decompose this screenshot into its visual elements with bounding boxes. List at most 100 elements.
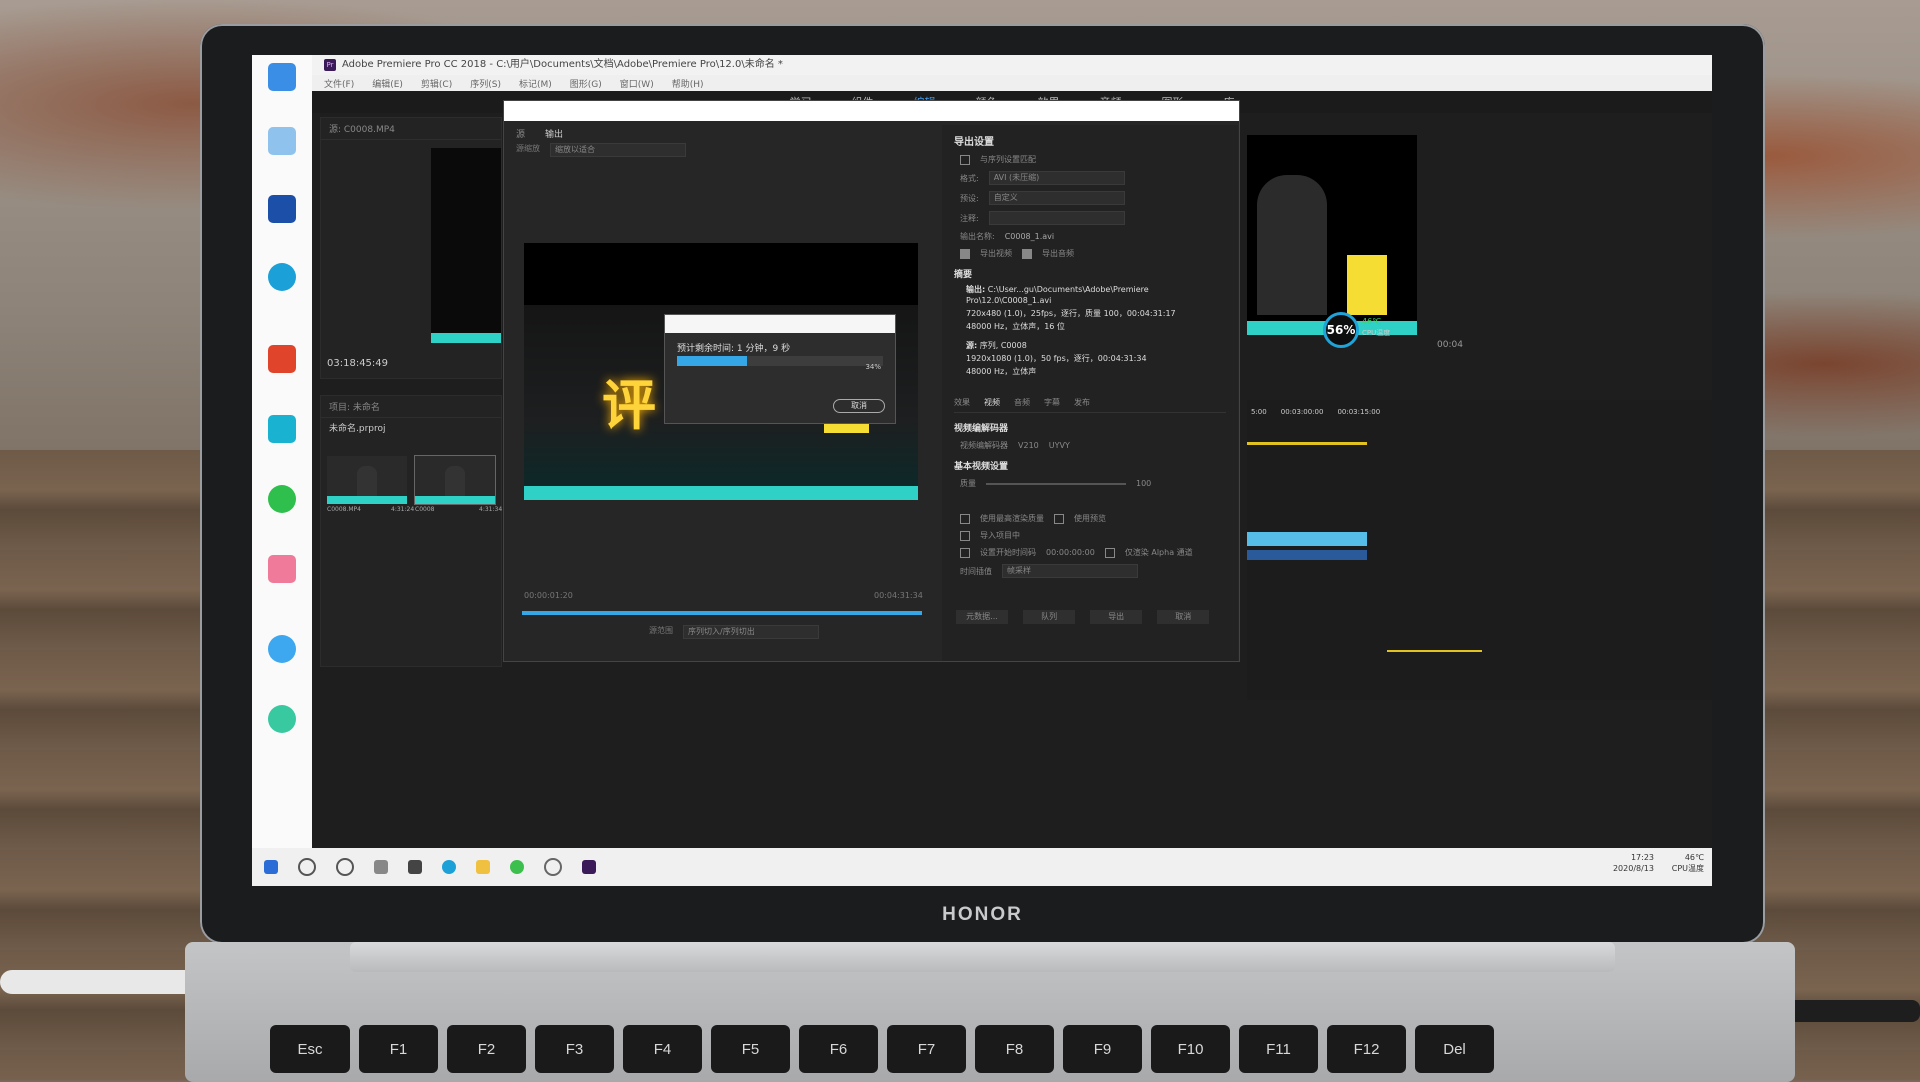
codec-radio-uyvy[interactable]: UYVY <box>1049 441 1070 450</box>
start-icon[interactable] <box>264 860 278 874</box>
project-tab[interactable]: 项目: 未命名 <box>321 396 501 418</box>
source-scaling-select[interactable]: 缩放以适合 <box>550 143 686 157</box>
desktop-icon-app[interactable] <box>262 195 302 225</box>
search-icon[interactable] <box>298 858 316 876</box>
menu-edit[interactable]: 编辑(E) <box>372 77 403 90</box>
summary-source-seq: 序列, C0008 <box>979 341 1027 350</box>
range-select[interactable]: 序列切入/序列切出 <box>683 625 819 639</box>
project-file: 未命名.prproj <box>329 424 386 434</box>
source-tab[interactable]: 源: C0008.MP4 <box>321 118 501 140</box>
use-preview-checkbox[interactable] <box>1054 513 1064 524</box>
key-f12[interactable]: F12 <box>1327 1025 1406 1073</box>
codec-radio-v210[interactable]: V210 <box>1018 441 1039 450</box>
timeline-video-clip[interactable] <box>1247 532 1367 546</box>
desktop-icon-app3[interactable] <box>262 485 302 515</box>
desktop-icon-app4[interactable] <box>262 555 302 585</box>
start-tc-checkbox[interactable] <box>960 547 970 558</box>
quality-slider[interactable] <box>986 482 1126 485</box>
key-f9[interactable]: F9 <box>1063 1025 1142 1073</box>
output-name-link[interactable]: C0008_1.avi <box>1005 232 1054 241</box>
app-green-icon[interactable] <box>510 860 524 874</box>
edge-icon[interactable] <box>442 860 456 874</box>
key-f1[interactable]: F1 <box>359 1025 438 1073</box>
cortana-icon[interactable] <box>336 858 354 876</box>
desktop-icon-app5[interactable] <box>262 705 302 735</box>
tray-temp: 46℃ <box>1684 853 1704 862</box>
key-f11[interactable]: F11 <box>1239 1025 1318 1073</box>
desktop-icon-recycle-bin[interactable] <box>262 127 302 157</box>
interp-select[interactable]: 帧采样 <box>1002 564 1138 578</box>
key-f8[interactable]: F8 <box>975 1025 1054 1073</box>
menu-sequence[interactable]: 序列(S) <box>470 77 501 90</box>
progress-cancel-button[interactable]: 取消 <box>833 399 885 413</box>
menu-window[interactable]: 窗口(W) <box>620 77 654 90</box>
key-f3[interactable]: F3 <box>535 1025 614 1073</box>
subtab-captions[interactable]: 字幕 <box>1044 397 1060 408</box>
key-f7[interactable]: F7 <box>887 1025 966 1073</box>
range-label: 源范围 <box>649 626 673 635</box>
desktop-icon-edge[interactable] <box>262 263 302 293</box>
key-f6[interactable]: F6 <box>799 1025 878 1073</box>
format-select[interactable]: AVI (未压缩) <box>988 171 1125 185</box>
max-render-checkbox[interactable] <box>960 513 970 524</box>
explorer-icon[interactable] <box>476 860 490 874</box>
preset-select[interactable]: 自定义 <box>988 191 1125 205</box>
interp-label: 时间插值 <box>960 566 992 576</box>
export-settings-dialog: 源 输出 源缩放 缩放以适合 评 "MO" 预计剩余时间: 1 分钟，9 秒 <box>504 101 1239 661</box>
cancel-button[interactable]: 取消 <box>1157 610 1210 624</box>
menu-help[interactable]: 帮助(H) <box>672 77 704 90</box>
timecode-in: 00:00:01:20 <box>524 591 573 600</box>
desktop-icon-ie[interactable] <box>262 635 302 665</box>
tab-output[interactable]: 输出 <box>545 127 563 140</box>
timeline-audio-clip[interactable] <box>1247 550 1367 560</box>
timecode-out: 00:04:31:34 <box>874 591 923 600</box>
subtab-publish[interactable]: 发布 <box>1074 397 1090 408</box>
menu-graphics[interactable]: 图形(G) <box>570 77 602 90</box>
export-button[interactable]: 导出 <box>1090 610 1143 624</box>
alpha-checkbox[interactable] <box>1104 547 1115 558</box>
subtab-effects[interactable]: 效果 <box>954 397 970 408</box>
summary-source-line2: 1920x1080 (1.0)，50 fps，逐行，00:04:31:34 <box>966 354 1147 363</box>
import-project-checkbox[interactable] <box>960 530 970 541</box>
clip-dur-1: 4:31:24 <box>391 506 415 513</box>
summary-output-line3: 48000 Hz，立体声，16 位 <box>966 322 1065 331</box>
match-sequence-checkbox[interactable] <box>960 154 970 165</box>
metadata-button[interactable]: 元数据... <box>956 610 1008 624</box>
task-view-icon[interactable] <box>374 860 388 874</box>
clip-thumb-2[interactable] <box>415 456 495 504</box>
key-f4[interactable]: F4 <box>623 1025 702 1073</box>
key-del[interactable]: Del <box>1415 1025 1494 1073</box>
menu-file[interactable]: 文件(F) <box>324 77 354 90</box>
key-f5[interactable]: F5 <box>711 1025 790 1073</box>
window-titlebar: Pr Adobe Premiere Pro CC 2018 - C:\用户\Do… <box>312 55 1712 75</box>
source-range-bar[interactable] <box>522 611 922 615</box>
source-scaling-label: 源缩放 <box>516 144 540 153</box>
premiere-taskbar-icon[interactable] <box>582 860 596 874</box>
export-settings-panel: 导出设置 与序列设置匹配 格式: AVI (未压缩) 预设: 自定义 注释: 输出名… <box>942 125 1238 661</box>
export-audio-checkbox[interactable] <box>1022 248 1032 259</box>
import-project-label: 导入项目中 <box>980 531 1020 540</box>
app-icon[interactable] <box>408 860 422 874</box>
key-esc[interactable]: Esc <box>270 1025 350 1073</box>
tab-source[interactable]: 源 <box>516 127 525 140</box>
comment-input[interactable] <box>988 211 1125 225</box>
export-video-checkbox[interactable] <box>960 248 970 259</box>
menu-clip[interactable]: 剪辑(C) <box>421 77 452 90</box>
quality-label: 质量 <box>960 479 976 488</box>
desktop-icon-app2[interactable] <box>262 415 302 445</box>
key-f2[interactable]: F2 <box>447 1025 526 1073</box>
subtab-audio[interactable]: 音频 <box>1014 397 1030 408</box>
laptop-hinge <box>350 942 1615 972</box>
laptop-screen: Pr Adobe Premiere Pro CC 2018 - C:\用户\Do… <box>252 55 1712 886</box>
clock[interactable]: 17:23 2020/8/13 <box>1613 852 1654 874</box>
desktop-icon-office[interactable] <box>262 345 302 375</box>
codec-label: 视频编解码器 <box>960 441 1008 450</box>
queue-button[interactable]: 队列 <box>1023 610 1076 624</box>
desktop-icon-computer[interactable] <box>262 63 302 93</box>
subtab-video[interactable]: 视频 <box>984 397 1000 408</box>
menu-marker[interactable]: 标记(M) <box>519 77 552 90</box>
key-f10[interactable]: F10 <box>1151 1025 1230 1073</box>
clip-thumb-1[interactable] <box>327 456 407 504</box>
settings-icon[interactable] <box>544 858 562 876</box>
source-preview <box>431 148 501 343</box>
